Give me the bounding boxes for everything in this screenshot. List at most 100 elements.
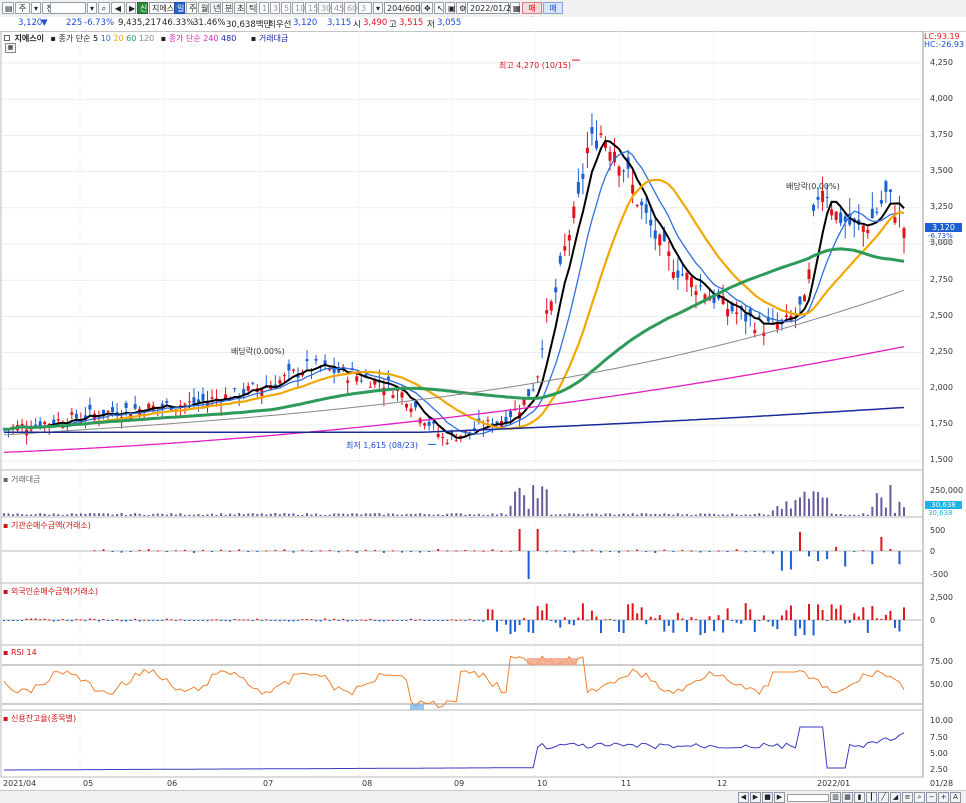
foreign-bar bbox=[88, 618, 91, 620]
calendar-icon[interactable]: ▦ bbox=[510, 2, 521, 14]
inst-bar bbox=[400, 551, 403, 553]
stop-icon[interactable]: ■ bbox=[762, 792, 773, 803]
foreign-bar bbox=[301, 619, 304, 621]
panel-frame bbox=[0, 582, 924, 646]
scroll-prev-icon[interactable]: ▶ bbox=[750, 792, 761, 803]
tab-week[interactable]: 주 bbox=[186, 2, 197, 14]
volume-bar bbox=[889, 485, 892, 516]
volume-bar bbox=[396, 514, 399, 516]
best-bid-label: 최우선 bbox=[268, 20, 292, 30]
inst-bar bbox=[636, 549, 639, 551]
volume-bar bbox=[224, 514, 227, 516]
date-field[interactable]: 2022/01/28 bbox=[467, 2, 516, 14]
candle-body bbox=[196, 399, 200, 403]
tab-minute[interactable]: 분 bbox=[222, 2, 233, 14]
bars-icon[interactable]: ▮ bbox=[854, 792, 865, 803]
candle-body bbox=[436, 433, 440, 437]
interval-5[interactable]: 5 bbox=[281, 2, 291, 14]
zoom-out-icon[interactable]: − bbox=[926, 792, 937, 803]
buy-button[interactable]: 매수 bbox=[522, 2, 542, 25]
menu-icon[interactable]: ▤ bbox=[2, 2, 14, 14]
chart-icon[interactable]: ▣ bbox=[445, 2, 456, 14]
interval-45[interactable]: 45 bbox=[331, 2, 344, 14]
candle-body bbox=[282, 375, 286, 377]
interval-input[interactable]: 3 bbox=[358, 2, 372, 14]
zoom-icon[interactable]: ✥ bbox=[421, 2, 433, 14]
inst-bar bbox=[618, 551, 621, 553]
scrollbar[interactable] bbox=[787, 794, 829, 802]
grid-icon[interactable]: ▦ bbox=[842, 792, 853, 803]
scroll-next-icon[interactable]: ▶ bbox=[774, 792, 785, 803]
volume-bar bbox=[369, 513, 372, 516]
volume-bar bbox=[464, 514, 467, 516]
area-icon[interactable]: ◢ bbox=[890, 792, 901, 803]
code-input[interactable]: A3059 bbox=[50, 2, 86, 14]
foreign-bar bbox=[704, 620, 707, 633]
foreign-bar bbox=[622, 620, 625, 634]
tab-second[interactable]: 초 bbox=[234, 2, 245, 14]
legend-ma20: 20 bbox=[113, 34, 124, 43]
scroll-first-icon[interactable]: ◀ bbox=[738, 792, 749, 803]
candle-icon[interactable]: ┃ bbox=[866, 792, 877, 803]
foreign-bar bbox=[450, 619, 453, 621]
settings-icon[interactable]: ⚙ bbox=[456, 2, 466, 14]
font-size-icon[interactable]: A bbox=[950, 792, 961, 803]
interval-1[interactable]: 1 bbox=[259, 2, 269, 14]
down-arrow-icon: ▼ bbox=[41, 18, 48, 28]
market-dropdown-icon[interactable]: ▾ bbox=[31, 2, 41, 14]
line-icon[interactable]: ╱ bbox=[878, 792, 889, 803]
search-small-icon[interactable]: ⌕ bbox=[914, 792, 925, 803]
candle-body bbox=[567, 234, 571, 241]
cursor-icon[interactable]: ↖ bbox=[434, 2, 444, 14]
candle-body bbox=[314, 358, 318, 361]
foreign-bar bbox=[871, 606, 874, 620]
interval-15[interactable]: 15 bbox=[305, 2, 318, 14]
foreign-bar bbox=[296, 620, 299, 621]
volume-bar bbox=[274, 513, 277, 516]
volume-bar bbox=[690, 514, 693, 516]
compare-icon[interactable]: ≡ bbox=[902, 792, 913, 803]
expand-icon[interactable]: ▦ bbox=[5, 43, 16, 53]
volume-bar bbox=[57, 514, 60, 516]
market-select[interactable]: 주 bbox=[15, 2, 30, 14]
foreign-tick: 2,500 bbox=[930, 593, 953, 602]
stock-chart[interactable] bbox=[0, 31, 966, 801]
prev-stock-icon[interactable]: ◀ bbox=[111, 2, 125, 14]
volume-bar bbox=[378, 513, 381, 516]
interval-30[interactable]: 30 bbox=[318, 2, 331, 14]
interval-10[interactable]: 10 bbox=[292, 2, 305, 14]
volume-bar bbox=[211, 513, 214, 516]
volume-bar bbox=[776, 506, 779, 516]
interval-dropdown-icon[interactable]: ▾ bbox=[373, 2, 383, 14]
volume-bar bbox=[812, 491, 815, 516]
layout-icon[interactable]: ▥ bbox=[830, 792, 841, 803]
inst-tick: 500 bbox=[930, 526, 946, 535]
foreign-bar bbox=[767, 620, 770, 622]
foreign-bar bbox=[57, 620, 60, 621]
inst-bar bbox=[437, 549, 440, 551]
interval-3[interactable]: 3 bbox=[270, 2, 280, 14]
tab-tick[interactable]: 틱 bbox=[246, 2, 257, 14]
search-icon[interactable]: ⌕ bbox=[98, 2, 110, 14]
foreign-bar bbox=[382, 620, 385, 622]
code-dropdown-icon[interactable]: ▾ bbox=[87, 2, 97, 14]
next-stock-icon[interactable]: ▶ bbox=[126, 2, 136, 14]
inst-bar bbox=[274, 549, 277, 551]
volume-bar bbox=[310, 514, 313, 516]
interval-60[interactable]: 60 bbox=[344, 2, 357, 14]
inst-bar bbox=[663, 549, 666, 551]
tab-day[interactable]: 일 bbox=[174, 2, 185, 14]
sell-button[interactable]: 매도 bbox=[543, 2, 563, 25]
rsi-panel-title: RSI 14 bbox=[10, 648, 37, 657]
inst-bar bbox=[780, 551, 783, 571]
inst-bar bbox=[500, 550, 503, 552]
candle-body bbox=[106, 410, 110, 412]
tab-month[interactable]: 월 bbox=[198, 2, 209, 14]
x-tick: 08 bbox=[362, 779, 373, 788]
zoom-in-icon[interactable]: + bbox=[938, 792, 949, 803]
volume-bar bbox=[803, 491, 806, 516]
tab-year[interactable]: 년 bbox=[210, 2, 221, 14]
volume-bar bbox=[545, 489, 548, 516]
candle-body bbox=[875, 211, 879, 213]
count-field[interactable]: 204/600 bbox=[384, 2, 420, 14]
